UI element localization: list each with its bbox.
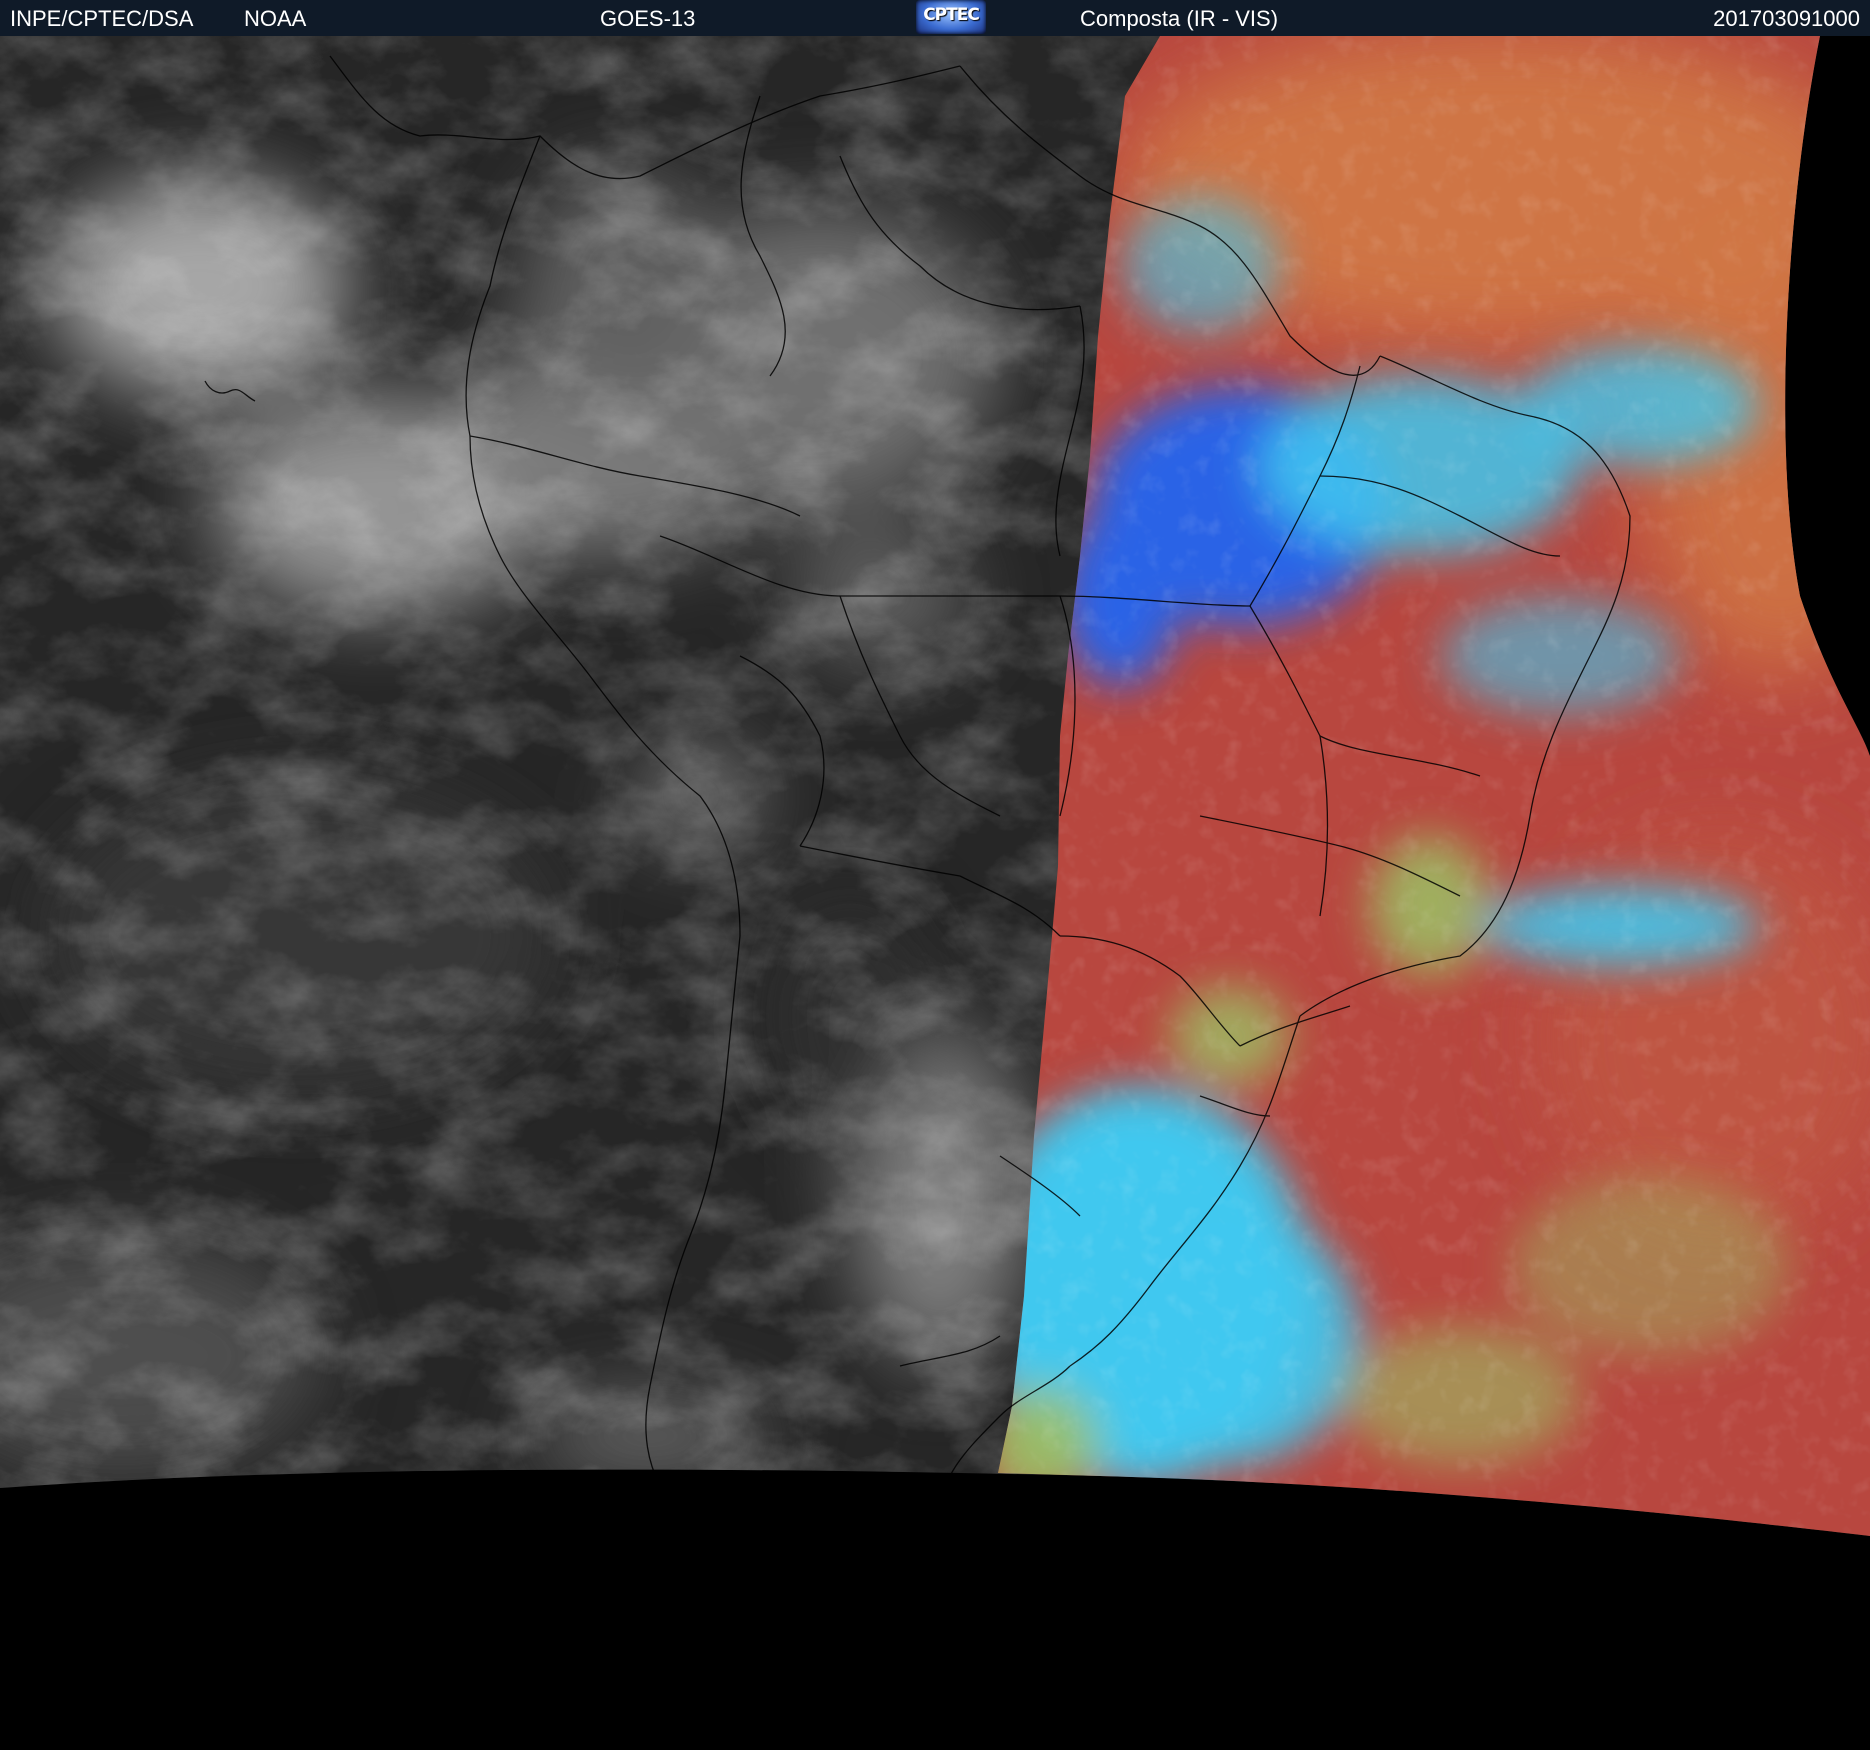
organization-label: INPE/CPTEC/DSA bbox=[10, 6, 194, 31]
timestamp-label: 201703091000 bbox=[1713, 6, 1860, 31]
satellite-image bbox=[0, 36, 1870, 1750]
product-label: Composta (IR - VIS) bbox=[1080, 6, 1279, 31]
agency-label: NOAA bbox=[244, 6, 307, 31]
image-header-bar: INPE/CPTEC/DSA NOAA GOES-13 CPTEC Compos… bbox=[0, 0, 1870, 37]
logo-text: CPTEC bbox=[923, 5, 980, 25]
cptec-logo: CPTEC bbox=[916, 0, 986, 34]
satellite-label: GOES-13 bbox=[600, 6, 696, 31]
